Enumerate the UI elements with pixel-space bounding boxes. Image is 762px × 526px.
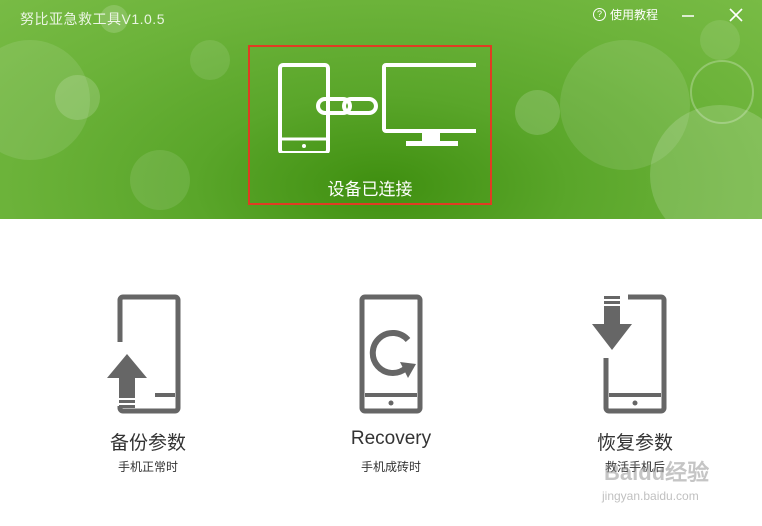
app-title: 努比亚急救工具V1.0.5 xyxy=(20,11,165,27)
connection-status-text: 设备已连接 xyxy=(327,180,413,199)
decor-bubble xyxy=(190,40,230,80)
decor-bubble xyxy=(515,90,560,135)
phone-restore-download-icon xyxy=(588,292,667,414)
question-icon: ? xyxy=(593,7,606,21)
backup-params-title: 备份参数 xyxy=(109,433,186,454)
help-tutorial-link[interactable]: ? 使用教程 xyxy=(593,5,658,23)
backup-params-subtitle: 手机正常时 xyxy=(117,460,178,474)
backup-params-button[interactable]: 备份参数 手机正常时 xyxy=(63,290,233,480)
restore-params-title: 恢复参数 xyxy=(596,433,673,454)
phone-backup-upload-icon xyxy=(107,294,181,414)
help-tutorial-label: 使用教程 xyxy=(610,7,659,22)
minimize-button[interactable] xyxy=(672,2,704,28)
recovery-title: Recovery xyxy=(350,428,432,449)
recovery-button[interactable]: Recovery 手机成砖时 xyxy=(306,290,476,480)
phone-recovery-refresh-icon xyxy=(359,294,423,414)
phone-pc-connected-icon xyxy=(278,63,476,153)
minimize-icon xyxy=(682,15,694,17)
watermark-url: jingyan.baidu.com xyxy=(602,489,699,503)
close-icon xyxy=(729,8,743,22)
decor-bubble xyxy=(130,150,190,210)
header-banner: 努比亚急救工具V1.0.5 ? 使用教程 设备已连接 xyxy=(0,0,762,219)
close-button[interactable] xyxy=(720,2,752,28)
restore-params-button[interactable]: 恢复参数 救活手机后 xyxy=(550,290,720,480)
decor-bubble xyxy=(55,75,100,120)
recovery-subtitle: 手机成砖时 xyxy=(360,460,421,474)
decor-bubble xyxy=(690,60,754,124)
app-window: 努比亚急救工具V1.0.5 ? 使用教程 设备已连接 备份参数 手机正常时 Re… xyxy=(0,0,762,526)
connection-status-panel: 设备已连接 xyxy=(248,45,492,205)
restore-params-subtitle: 救活手机后 xyxy=(604,460,665,474)
